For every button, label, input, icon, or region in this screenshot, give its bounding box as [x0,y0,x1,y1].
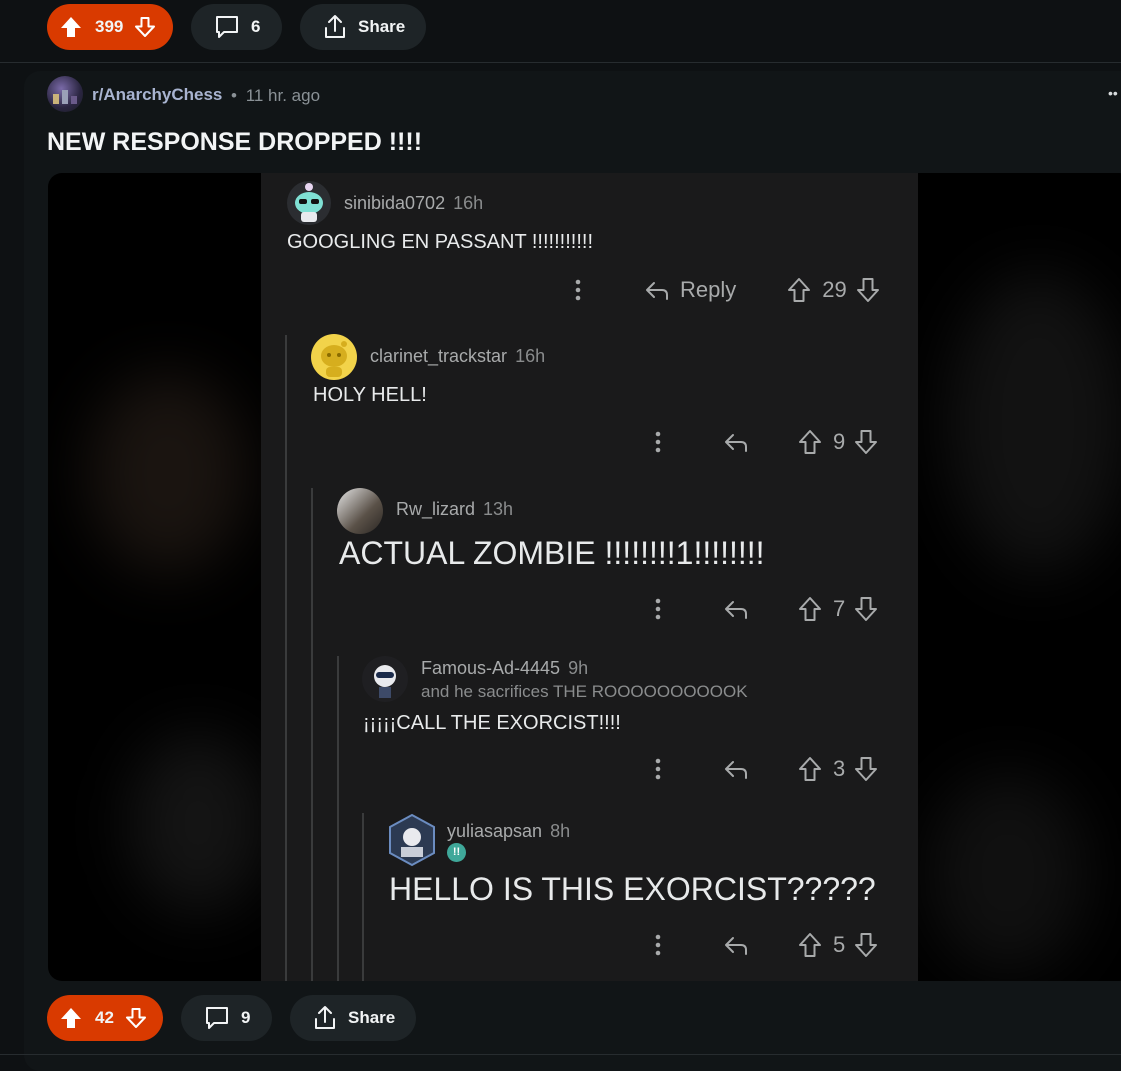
comment-actions: 9 [648,427,879,457]
comment-author: yuliasapsan 8h [447,821,570,842]
vote-count: 29 [822,277,847,302]
more-options-icon [575,279,581,301]
username: clarinet_trackstar [370,346,508,366]
upvote-icon [61,1008,81,1028]
reply-icon [725,601,747,619]
share-button[interactable]: Share [300,4,426,50]
comment-time: 9h [568,658,589,678]
upvote-icon [799,757,821,781]
share-label: Share [358,17,406,36]
upvote-button[interactable] [59,1006,83,1030]
more-options-icon [655,598,661,620]
upvote-icon [799,430,821,454]
username: yuliasapsan [447,821,543,841]
thread-line [337,656,339,981]
username: sinibida0702 [344,193,446,213]
comment-text: GOOGLING EN PASSANT !!!!!!!!!!! [287,231,593,253]
share-button[interactable]: Share [290,995,416,1041]
comment-author: Rw_lizard 13h [396,499,513,520]
comment-icon [206,1007,228,1029]
post-vote-control: 399 [47,4,173,50]
comment-count: 6 [251,17,261,36]
background-blur [948,273,1121,573]
background-blur [928,773,1088,973]
user-avatar [362,656,408,702]
post-vote-control: 42 [47,995,163,1041]
upvote-icon [61,17,81,37]
more-options-button[interactable]: •• [1108,85,1118,101]
user-avatar [287,181,331,225]
comment-time: 8h [550,821,571,841]
username: Famous-Ad-4445 [421,658,561,678]
downvote-button[interactable] [133,15,157,39]
background-blur [88,373,248,573]
reply-icon [646,282,668,300]
reply-icon [725,761,747,779]
divider [0,1054,1121,1055]
share-icon [325,15,345,38]
share-label: Share [348,1008,396,1027]
comment-text: ACTUAL ZOMBIE !!!!!!!!1!!!!!!!! [339,535,765,571]
upvote-icon [788,278,811,302]
downvote-icon [135,17,156,37]
comments-button[interactable]: 9 [181,995,272,1041]
subreddit-name[interactable]: r/AnarchyChess [92,85,222,105]
more-options-icon [655,431,661,453]
user-badge: !! [447,843,466,862]
comment-actions: 3 [648,754,879,784]
post-time: 11 hr. ago [245,86,321,105]
comment-text: HOLY HELL! [313,384,427,406]
comment-time: 16h [453,193,484,213]
username: Rw_lizard [396,499,476,519]
upvote-icon [799,597,821,621]
reply-icon [725,434,747,452]
more-options-icon [655,758,661,780]
thread-line [311,488,313,981]
more-options-icon [655,934,661,956]
comment-time: 16h [515,346,546,366]
comment-time: 13h [483,499,514,519]
post-title[interactable]: NEW RESPONSE DROPPED !!!! [47,128,422,157]
vote-count: 9 [833,429,846,454]
comment-author: sinibida0702 16h [344,193,483,214]
reply-label: Reply [680,277,737,302]
user-avatar [311,334,357,380]
vote-count: 7 [833,596,846,621]
upvote-icon [799,933,821,957]
divider [0,62,1121,63]
downvote-button[interactable] [124,1006,148,1030]
comment-icon [216,16,238,38]
user-flair: and he sacrifices THE ROOOOOOOOOOK [421,682,748,701]
comment-text: HELLO IS THIS EXORCIST????? [389,871,876,907]
comment-actions: 7 [648,594,879,624]
downvote-icon [856,278,879,302]
share-icon [315,1006,335,1029]
comment-actions: Reply 29 [568,275,881,305]
downvote-icon [855,933,878,957]
downvote-icon [855,757,878,781]
comment-author: clarinet_trackstar 16h [370,346,545,367]
reply-icon [725,937,747,955]
comment-actions: 5 [648,930,879,960]
background-blur [128,733,268,913]
post-meta: • 11 hr. ago [231,86,320,106]
downvote-icon [855,597,878,621]
user-avatar [337,488,383,534]
vote-count: 3 [833,756,846,781]
vote-count: 42 [95,1008,114,1027]
thread-line [285,335,287,981]
comments-button[interactable]: 6 [191,4,282,50]
comment-count: 9 [241,1008,251,1027]
meta-dot: • [231,86,237,105]
user-avatar [387,813,437,867]
subreddit-avatar[interactable] [47,76,83,112]
downvote-icon [855,430,878,454]
comment-author: Famous-Ad-4445 9h [421,658,588,679]
vote-count: 399 [95,17,124,36]
upvote-button[interactable] [59,15,83,39]
downvote-icon [125,1008,146,1028]
thread-line [362,813,364,981]
comment-text: ¡¡¡¡¡CALL THE EXORCIST!!!! [363,712,621,734]
vote-count: 5 [833,932,846,957]
